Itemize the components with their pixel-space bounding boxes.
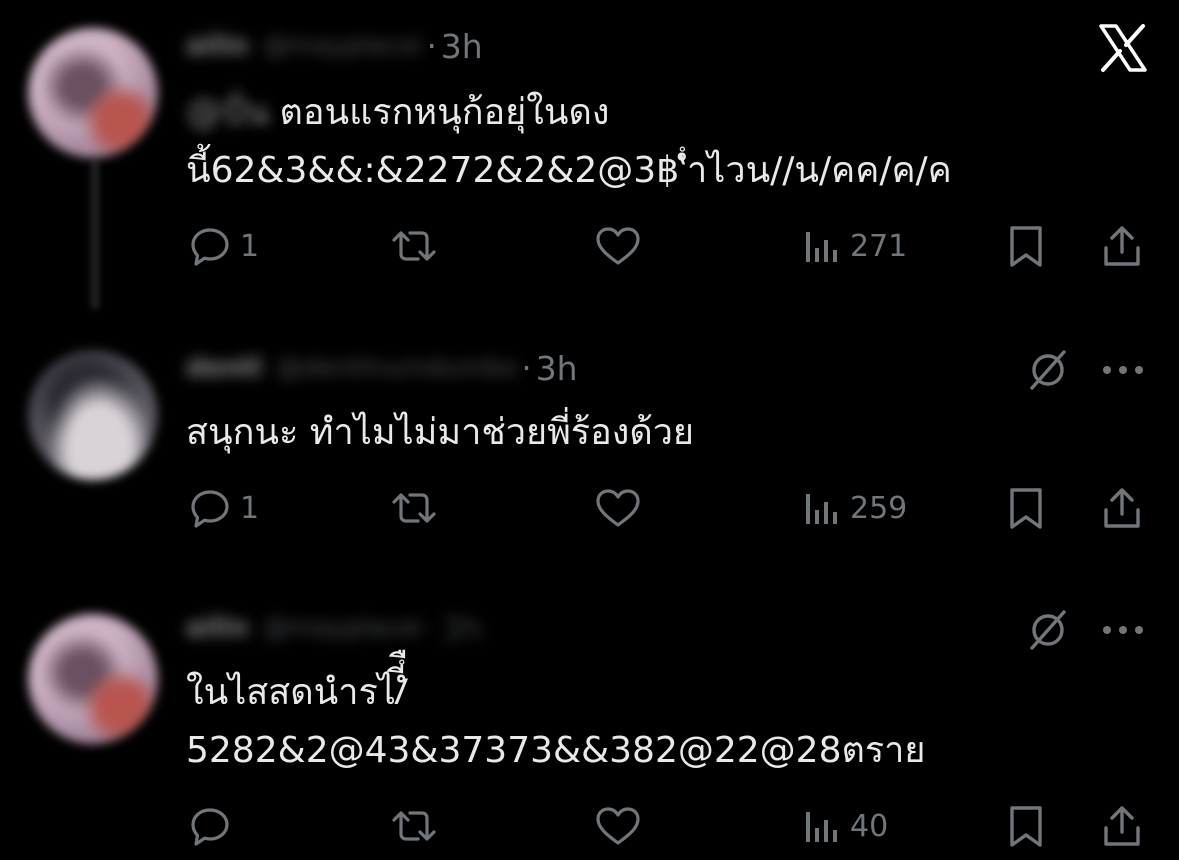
- display-name[interactable]: ailin: [186, 31, 249, 61]
- reply-button[interactable]: [186, 796, 240, 856]
- reply-count: 1: [240, 228, 260, 264]
- tweet-text-content: ตอนแรกหนุก้อยุ่ในดง: [279, 92, 610, 133]
- reply-button[interactable]: 1: [186, 478, 259, 538]
- grok-icon[interactable]: [1022, 604, 1074, 656]
- like-button[interactable]: [592, 796, 644, 856]
- handle[interactable]: @dentlnumdumbo: [276, 353, 517, 383]
- reply-count: 1: [240, 490, 260, 526]
- avatar[interactable]: [28, 28, 158, 158]
- bookmark-button[interactable]: [1004, 216, 1048, 276]
- action-bar: 1 259: [186, 478, 1146, 538]
- display-name[interactable]: ailin: [186, 613, 249, 643]
- heart-icon: [592, 222, 644, 270]
- tweet-text-line: 5282&2@43&37373&&382@22@28ตราย: [186, 730, 926, 771]
- bookmark-button[interactable]: [1004, 796, 1048, 856]
- retweet-button[interactable]: [386, 796, 442, 856]
- tweet-text-line: ในไสสดนำรไ/ํีํื: [186, 672, 407, 713]
- bookmark-icon: [1004, 802, 1048, 850]
- tweet-text: ในไสสดนำรไ/ํีํื 5282&2@43&37373&&382@22@…: [186, 664, 926, 780]
- bookmark-icon: [1004, 222, 1048, 270]
- views-icon: [800, 802, 844, 850]
- tweet-header: ailin @mayplacei · 3h: [186, 608, 483, 648]
- retweet-icon: [386, 484, 442, 532]
- bookmark-button[interactable]: [1004, 478, 1048, 538]
- heart-icon: [592, 484, 644, 532]
- share-icon: [1098, 802, 1146, 850]
- heart-icon: [592, 802, 644, 850]
- retweet-button[interactable]: [386, 478, 442, 538]
- tweet-text-line: สนุกนะ ทำไมไม่มาช่วยพี่ร้องด้วย: [186, 412, 695, 453]
- share-icon: [1098, 484, 1146, 532]
- share-button[interactable]: [1098, 216, 1146, 276]
- thread-connector-line: [90, 160, 100, 310]
- handle[interactable]: @mayplacei: [263, 613, 423, 643]
- more-options-icon[interactable]: [1098, 610, 1148, 650]
- views-count: 271: [850, 228, 908, 264]
- tweet-header: ailin @mayplacei · 3h: [186, 26, 483, 66]
- bookmark-icon: [1004, 484, 1048, 532]
- views-icon: [800, 222, 844, 270]
- handle[interactable]: @mayplacei: [263, 31, 423, 61]
- more-options-icon[interactable]: [1098, 350, 1148, 390]
- separator-dot: ·: [521, 349, 532, 387]
- timestamp[interactable]: 3h: [441, 27, 483, 66]
- views-button[interactable]: 259: [800, 478, 907, 538]
- reply-icon: [186, 484, 234, 532]
- separator-dot: ·: [426, 27, 437, 65]
- action-bar: 1 271: [186, 216, 1146, 276]
- retweet-icon: [386, 222, 442, 270]
- mention-link[interactable]: @ปั่น: [186, 92, 269, 133]
- share-button[interactable]: [1098, 796, 1146, 856]
- tweet-text: สนุกนะ ทำไมไม่มาช่วยพี่ร้องด้วย: [186, 404, 694, 462]
- tweet-text-line: นี้62&3&&:&2272&2&2@3฿‘ํำไวน//น/คค/ค/ค: [186, 150, 952, 191]
- action-bar: 40: [186, 796, 1146, 856]
- views-icon: [800, 484, 844, 532]
- retweet-button[interactable]: [386, 216, 442, 276]
- x-close-icon[interactable]: [1097, 22, 1149, 74]
- reply-button[interactable]: 1: [186, 216, 259, 276]
- like-button[interactable]: [592, 478, 644, 538]
- reply-icon: [186, 222, 234, 270]
- share-icon: [1098, 222, 1146, 270]
- timestamp[interactable]: 3h: [441, 609, 483, 648]
- reply-icon: [186, 802, 234, 850]
- avatar[interactable]: [28, 350, 158, 480]
- retweet-icon: [386, 802, 442, 850]
- share-button[interactable]: [1098, 478, 1146, 538]
- avatar[interactable]: [28, 614, 158, 744]
- tweet-text: @ปั่น ตอนแรกหนุก้อยุ่ในดง นี้62&3&&:&2272…: [186, 84, 952, 200]
- views-button[interactable]: 271: [800, 216, 907, 276]
- separator-dot: ·: [426, 609, 437, 647]
- display-name[interactable]: dentl: [186, 353, 262, 383]
- grok-icon[interactable]: [1022, 344, 1074, 396]
- like-button[interactable]: [592, 216, 644, 276]
- views-button[interactable]: 40: [800, 796, 888, 856]
- timestamp[interactable]: 3h: [536, 349, 578, 388]
- views-count: 259: [850, 490, 908, 526]
- views-count: 40: [850, 808, 889, 844]
- tweet-text-line: @ปั่น ตอนแรกหนุก้อยุ่ในดง: [186, 84, 952, 142]
- tweet-header: dentl @dentlnumdumbo · 3h: [186, 348, 578, 388]
